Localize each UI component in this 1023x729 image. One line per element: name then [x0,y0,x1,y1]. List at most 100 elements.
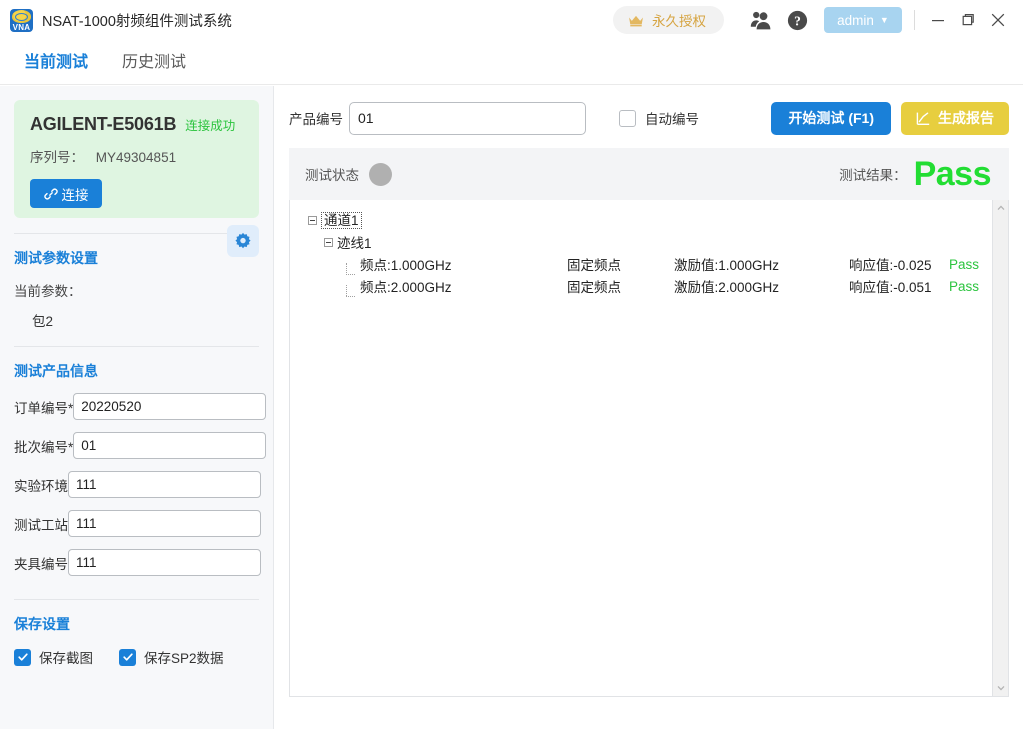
frequency-point-value: 频点:2.000GHz [360,280,452,295]
close-button[interactable] [983,5,1013,35]
test-results-tree-panel: 通道1 迹线1 频点:1.000GHz 固定频点 激励值:1.000GHz 响应… [289,200,1009,697]
help-icon[interactable]: ? [782,5,812,35]
close-icon [991,13,1005,27]
titlebar-divider [914,10,915,30]
user-menu-button[interactable]: admin ▼ [824,7,902,33]
main-toolbar: 产品编号 自动编号 开始测试 (F1) 生成报告 [289,100,1009,136]
batch-number-label: 批次编号* [14,439,74,455]
device-connection-status: 连接成功 [185,119,236,133]
application-window: VNA NSAT-1000射频组件测试系统 永久授权 ? admin ▼ 当前测… [0,0,1023,729]
lab-environment-input[interactable] [68,471,261,498]
svg-text:?: ? [794,13,801,28]
batch-number-input[interactable] [73,432,267,459]
test-station-input[interactable] [68,510,261,537]
field-row-batch-number: 批次编号* [14,432,267,459]
test-result-value: Pass [913,155,992,193]
stimulus-value: 激励值:1.000GHz [674,258,780,273]
tree-node-trace[interactable]: 迹线1 [300,231,992,253]
param-section-header: 测试参数设置 [14,225,259,268]
current-param-value: 包2 [32,314,54,329]
users-icon[interactable] [746,5,776,35]
save-options-row: 保存截图 保存SP2数据 [14,647,259,667]
tree-node-channel[interactable]: 通道1 [300,209,992,231]
tree-row-columns: 频点:2.000GHz 固定频点 激励值:2.000GHz 响应值:-0.051… [360,276,979,296]
scroll-up-button[interactable] [993,200,1009,216]
device-serial-value: MY49304851 [95,150,177,165]
test-status-label: 测试状态 [305,168,359,183]
tree-node-channel-label: 通道1 [321,211,362,229]
generate-report-button[interactable]: 生成报告 [901,101,1009,135]
field-row-fixture-number: 夹具编号 [14,549,261,576]
generate-report-label: 生成报告 [938,110,994,126]
auto-number-label: 自动编号 [645,112,699,127]
title-bar: VNA NSAT-1000射频组件测试系统 永久授权 ? admin ▼ [0,0,1023,40]
check-icon [122,653,133,661]
chevron-up-icon [997,205,1005,211]
tab-history-test[interactable]: 历史测试 [122,48,186,72]
device-serial-row: 序列号： MY49304851 [30,146,243,166]
response-value: 响应值:-0.051 [849,280,932,295]
param-settings-button[interactable] [227,225,259,257]
start-test-button[interactable]: 开始测试 (F1) [771,101,891,135]
sidebar-divider-2 [14,346,259,347]
crown-icon [629,15,643,26]
maximize-button[interactable] [953,5,983,35]
field-row-test-station: 测试工站 [14,510,261,537]
field-row-order-number: 订单编号* [14,393,267,420]
checkbox-box [14,648,31,666]
order-number-input[interactable] [73,393,267,420]
tab-current-test[interactable]: 当前测试 [24,48,88,72]
minimize-icon [932,20,944,22]
chart-line-icon [916,112,930,125]
checkbox-box [119,648,136,666]
checkbox-box [619,109,636,127]
license-badge[interactable]: 永久授权 [613,6,724,34]
logo-text: VNA [12,22,31,32]
globe-shape [12,9,31,23]
chevron-down-icon: ▼ [879,14,889,25]
checkbox-save-screenshot[interactable]: 保存截图 [14,647,93,667]
frequency-point-type: 固定频点 [567,280,621,295]
tree-node-trace-label: 迹线1 [337,236,372,251]
connect-button[interactable]: 连接 [30,179,102,208]
current-param-label: 当前参数： [14,284,82,299]
frequency-point-type: 固定频点 [567,258,621,273]
tab-strip: 当前测试 历史测试 [0,40,1023,118]
license-label: 永久授权 [652,14,706,29]
product-number-input[interactable] [349,101,586,135]
test-results-tree: 通道1 迹线1 频点:1.000GHz 固定频点 激励值:1.000GHz 响应… [290,200,992,696]
tree-vertical-scrollbar[interactable] [992,200,1008,696]
minimize-button[interactable] [923,5,953,35]
gear-icon [235,232,251,249]
device-card: AGILENT-E5061B 连接成功 序列号： MY49304851 连接 [14,100,259,218]
param-section-title: 测试参数设置 [14,250,98,266]
scroll-down-button[interactable] [993,680,1009,696]
device-name: AGILENT-E5061B [30,114,177,134]
test-station-label: 测试工站 [14,517,68,533]
tree-collapse-toggle[interactable] [324,237,333,247]
tree-collapse-toggle[interactable] [308,215,317,225]
row-verdict: Pass [949,256,980,272]
device-header: AGILENT-E5061B 连接成功 [30,114,243,135]
lab-environment-label: 实验环境 [14,478,68,494]
test-result-label: 测试结果： [839,168,907,183]
device-serial-label: 序列号： [30,150,84,165]
product-number-label: 产品编号 [289,112,343,127]
checkbox-save-sp2-data[interactable]: 保存SP2数据 [119,647,224,667]
tree-row-columns: 频点:1.000GHz 固定频点 激励值:1.000GHz 响应值:-0.025… [360,254,979,274]
test-status-indicator [369,162,392,186]
app-title: NSAT-1000射频组件测试系统 [42,13,232,30]
connect-button-label: 连接 [61,187,89,203]
app-logo-icon: VNA [10,8,33,32]
checkbox-auto-number[interactable]: 自动编号 [619,108,705,128]
fixture-number-input[interactable] [68,549,261,576]
response-value: 响应值:-0.025 [849,258,932,273]
tree-row-frequency-point[interactable]: 频点:1.000GHz 固定频点 激励值:1.000GHz 响应值:-0.025… [300,253,992,275]
user-name: admin [837,12,874,28]
checkbox-label: 保存截图 [39,651,93,666]
frequency-point-value: 频点:1.000GHz [360,258,452,273]
main-panel: 产品编号 自动编号 开始测试 (F1) 生成报告 测试状态 测试结果： [275,86,1023,729]
chevron-down-icon [997,685,1005,691]
tree-row-frequency-point[interactable]: 频点:2.000GHz 固定频点 激励值:2.000GHz 响应值:-0.051… [300,275,992,297]
product-section-title: 测试产品信息 [14,363,98,379]
